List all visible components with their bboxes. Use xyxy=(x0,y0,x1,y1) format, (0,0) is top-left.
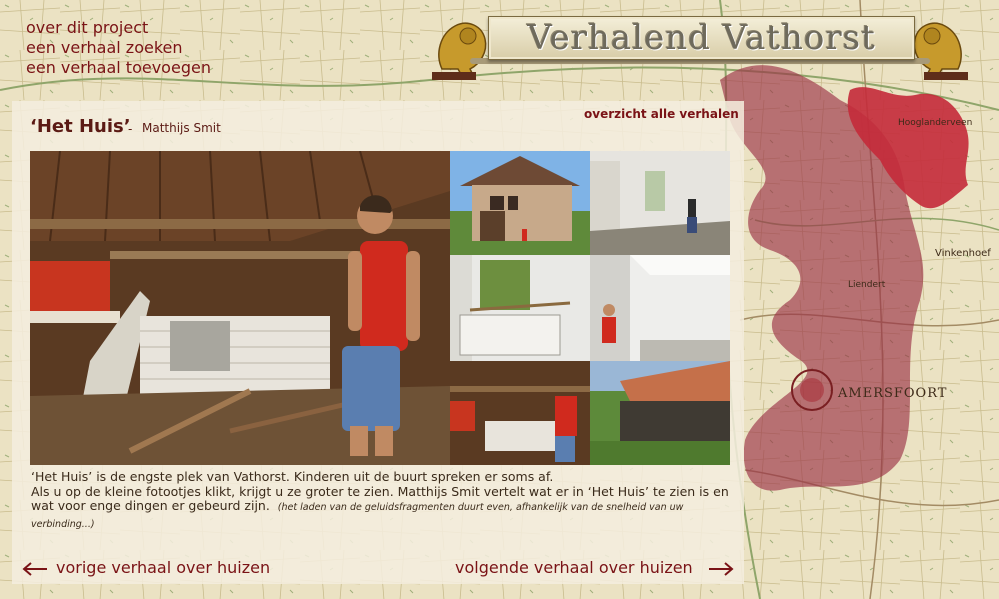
thumbnail-photo[interactable] xyxy=(450,255,590,361)
main-nav: over dit project een verhaal zoeken een … xyxy=(26,18,211,78)
story-title: ‘Het Huis’ xyxy=(30,116,131,137)
thumbnail-photo[interactable] xyxy=(590,151,730,255)
map-label: Hooglanderveen xyxy=(898,118,973,128)
map-label: Liendert xyxy=(848,280,886,290)
previous-story-link[interactable]: vorige verhaal over huizen xyxy=(56,558,270,577)
nav-about-link[interactable]: over dit project xyxy=(26,18,211,38)
nav-search-link[interactable]: een verhaal zoeken xyxy=(26,38,211,58)
arrow-left-icon[interactable] xyxy=(22,562,48,576)
overview-all-stories-link[interactable]: overzicht alle verhalen xyxy=(584,107,739,121)
story-author: Matthijs Smit xyxy=(142,121,221,135)
map-label: AMERSFOORT xyxy=(838,386,948,401)
map-label: Vinkenhoef xyxy=(935,248,991,259)
site-title: Verhalend Vathorst xyxy=(488,16,915,60)
lion-left-icon xyxy=(432,22,487,81)
main-photo xyxy=(30,151,450,465)
thumbnail-photo[interactable] xyxy=(590,255,730,361)
lion-right-icon xyxy=(913,22,968,81)
thumbnail-photo[interactable] xyxy=(450,151,590,255)
description-line: ‘Het Huis’ is de engste plek van Vathors… xyxy=(31,469,554,484)
thumbnail-photo[interactable] xyxy=(450,361,590,465)
arrow-right-icon[interactable] xyxy=(708,562,734,576)
thumbnail-photo[interactable] xyxy=(590,361,730,465)
next-story-link[interactable]: volgende verhaal over huizen xyxy=(455,558,693,577)
nav-add-link[interactable]: een verhaal toevoegen xyxy=(26,58,211,78)
story-description: ‘Het Huis’ is de engste plek van Vathors… xyxy=(31,469,731,533)
title-separator: - xyxy=(128,122,133,136)
description-line: Als u op de kleine fotootjes klikt, krij… xyxy=(31,484,731,533)
